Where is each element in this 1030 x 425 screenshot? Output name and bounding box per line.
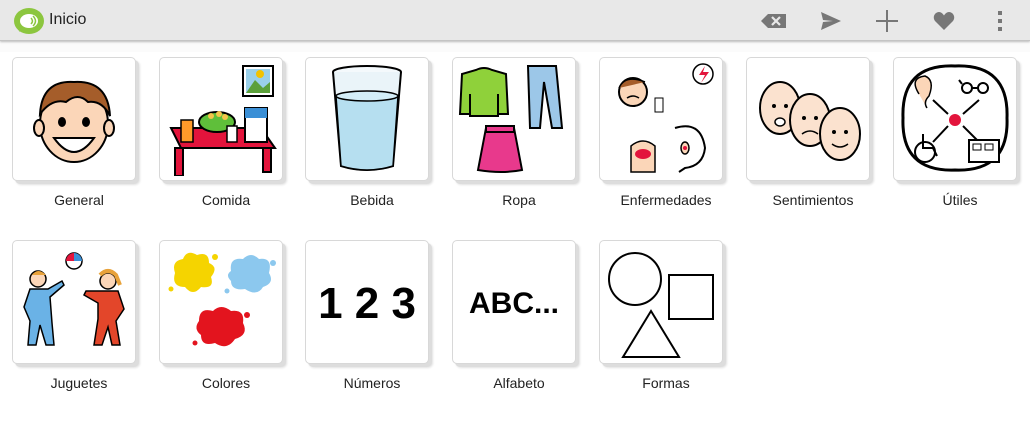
category-label: Juguetes	[50, 375, 108, 391]
shapes-icon	[608, 252, 714, 358]
category-card	[12, 57, 136, 181]
more-vert-icon	[998, 11, 1002, 31]
category-alfabeto[interactable]: ABC... Alfabeto	[442, 235, 582, 391]
alphabet-icon: ABC...	[469, 287, 559, 320]
illness-icon	[618, 63, 714, 173]
app-logo-icon[interactable]	[13, 7, 45, 35]
backspace-icon	[761, 14, 786, 28]
category-card	[12, 240, 136, 364]
feelings-faces-icon	[759, 81, 861, 161]
category-card	[599, 240, 723, 364]
category-card	[159, 240, 283, 364]
backspace-button[interactable]	[758, 6, 790, 36]
category-enfermedades[interactable]: Enfermedades	[589, 52, 729, 208]
category-formas[interactable]: Formas	[589, 235, 729, 391]
category-juguetes[interactable]: Juguetes	[2, 235, 142, 391]
overflow-menu-button[interactable]	[984, 6, 1016, 36]
category-label: Alfabeto	[493, 375, 545, 391]
water-glass-icon	[332, 65, 402, 171]
category-card: 1 2 3	[305, 240, 429, 364]
category-card	[305, 57, 429, 181]
category-label: Números	[343, 375, 401, 391]
category-colores[interactable]: Colores	[149, 235, 289, 391]
category-card	[893, 57, 1017, 181]
category-card	[746, 57, 870, 181]
app-title: Inicio	[49, 11, 87, 28]
category-ropa[interactable]: Ropa	[442, 52, 582, 208]
utilities-icon	[901, 64, 1009, 172]
category-label: General	[54, 192, 104, 208]
category-label: Comida	[201, 192, 251, 208]
category-card: ABC...	[452, 240, 576, 364]
numbers-text: 1 2 3	[318, 279, 416, 328]
food-table-icon	[169, 65, 277, 176]
category-grid: General Comida Bebida Ropa Enfermedades …	[0, 52, 1030, 425]
plus-icon	[876, 10, 898, 32]
app-bar: Inicio	[0, 0, 1030, 41]
heart-icon	[933, 12, 955, 30]
numbers-icon: 1 2 3	[318, 279, 416, 328]
send-icon	[821, 12, 841, 30]
category-label: Útiles	[942, 192, 978, 208]
category-bebida[interactable]: Bebida	[295, 52, 435, 208]
category-label: Colores	[201, 375, 251, 391]
children-playing-ball-icon	[23, 252, 125, 346]
category-sentimientos[interactable]: Sentimientos	[736, 52, 876, 208]
send-button[interactable]	[815, 6, 847, 36]
clothes-icon	[458, 65, 564, 173]
category-label: Sentimientos	[772, 192, 854, 208]
smiling-face-icon	[33, 80, 115, 163]
category-label: Ropa	[502, 192, 536, 208]
category-utiles[interactable]: Útiles	[883, 52, 1023, 208]
paint-splashes-icon	[168, 252, 276, 347]
category-numeros[interactable]: 1 2 3 Números	[295, 235, 435, 391]
alphabet-text: ABC...	[469, 287, 559, 320]
category-card	[159, 57, 283, 181]
category-card	[452, 57, 576, 181]
add-button[interactable]	[871, 6, 903, 36]
favorites-button[interactable]	[928, 6, 960, 36]
category-card	[599, 57, 723, 181]
category-general[interactable]: General	[2, 52, 142, 208]
category-label: Enfermedades	[620, 192, 712, 208]
category-comida[interactable]: Comida	[149, 52, 289, 208]
category-label: Bebida	[350, 192, 394, 208]
category-label: Formas	[642, 375, 690, 391]
